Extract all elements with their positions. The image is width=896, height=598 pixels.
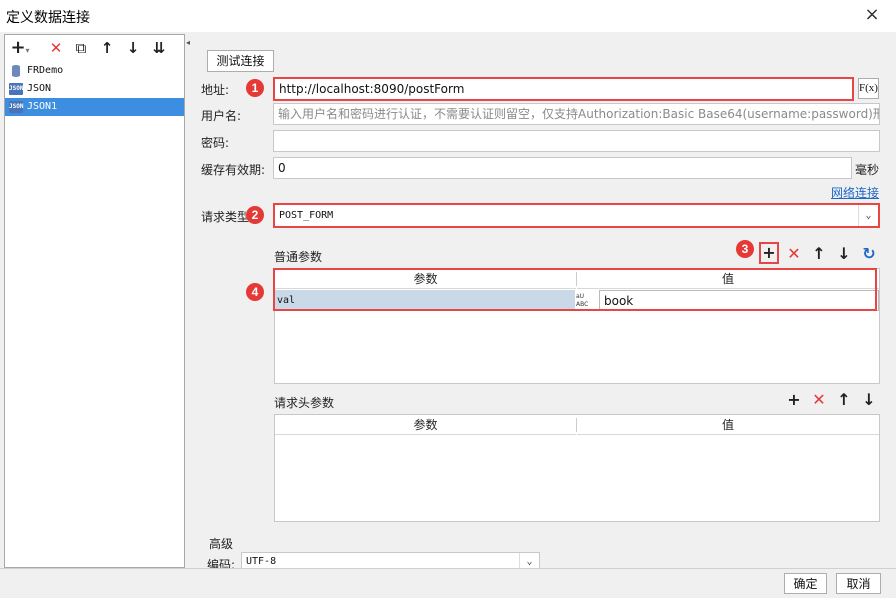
header-params-title: 请求头参数 — [274, 396, 335, 410]
collapse-arrow-icon[interactable]: ◂ — [186, 38, 192, 48]
sort-icon: ⇊ — [152, 39, 166, 57]
normal-params-title: 普通参数 — [274, 250, 323, 264]
password-input[interactable] — [273, 130, 880, 152]
arrow-up-icon: ↑ — [100, 39, 114, 57]
plus-icon: + — [10, 37, 26, 58]
copy-connection-button[interactable]: ⧉ — [70, 38, 92, 58]
add-param-button[interactable]: + — [759, 242, 779, 264]
tree-item-label: JSON — [27, 83, 52, 94]
tree-item-json1[interactable]: JSON JSON1 — [5, 98, 184, 116]
chevron-down-icon[interactable]: ⌄ — [858, 205, 878, 226]
plus-icon: + — [787, 390, 801, 409]
database-icon — [12, 65, 20, 77]
encoding-value: UTF-8 — [246, 556, 277, 567]
network-connection-link[interactable]: 网络连接 — [831, 184, 879, 201]
delete-header-button[interactable]: ✕ — [810, 391, 828, 409]
delete-param-button[interactable]: ✕ — [785, 245, 803, 263]
address-label: 地址: — [201, 83, 230, 97]
move-up-button[interactable]: ↑ — [96, 38, 118, 58]
arrow-down-icon: ↓ — [862, 390, 876, 409]
delete-icon: ✕ — [787, 244, 801, 263]
value-column-header: 值 — [577, 415, 879, 435]
username-label: 用户名: — [201, 109, 242, 123]
connection-list-panel: +▾ ✕ ⧉ ↑ ↓ ⇊ FRDemo JSON JSON JSON JSON1 — [4, 34, 185, 568]
tree-item-json[interactable]: JSON JSON — [5, 80, 184, 98]
delete-icon: ✕ — [812, 390, 826, 409]
ok-button[interactable]: 确定 — [784, 573, 827, 594]
delete-icon: ✕ — [49, 39, 63, 57]
header-params-table: 参数 值 — [274, 414, 880, 522]
arrow-down-icon: ↓ — [837, 244, 851, 263]
footer-bar — [0, 568, 896, 598]
param-column-header: 参数 — [275, 269, 576, 289]
step-badge-2: 2 — [246, 206, 264, 224]
step-badge-1: 1 — [246, 79, 264, 97]
plus-icon: + — [762, 243, 776, 262]
request-type-value: POST_FORM — [279, 210, 334, 221]
arrow-down-icon: ↓ — [126, 39, 140, 57]
step-badge-3: 3 — [736, 240, 754, 258]
address-input[interactable]: http://localhost:8090/postForm — [273, 77, 854, 101]
move-down-button[interactable]: ↓ — [122, 38, 144, 58]
param-name-cell[interactable]: val — [275, 290, 575, 311]
param-down-button[interactable]: ↓ — [835, 245, 853, 263]
arrow-up-icon: ↑ — [837, 390, 851, 409]
copy-icon: ⧉ — [75, 39, 87, 57]
password-label: 密码: — [201, 136, 230, 150]
window-title: 定义数据连接 — [6, 10, 90, 26]
delete-connection-button[interactable]: ✕ — [45, 38, 67, 58]
formula-button[interactable]: F(x) — [858, 78, 879, 99]
request-type-select[interactable]: POST_FORM ⌄ — [273, 203, 880, 228]
advanced-title: 高级 — [209, 537, 234, 551]
step-badge-4: 4 — [246, 283, 264, 301]
add-header-button[interactable]: + — [785, 391, 803, 409]
refresh-params-button[interactable]: ↻ — [860, 245, 878, 263]
param-value-cell[interactable]: book — [599, 290, 879, 311]
add-connection-button[interactable]: +▾ — [9, 38, 31, 58]
tree-item-frdemo[interactable]: FRDemo — [5, 62, 184, 80]
cache-unit: 毫秒 — [855, 163, 880, 177]
chevron-down-icon: ▾ — [25, 46, 30, 55]
connection-tree: FRDemo JSON JSON JSON JSON1 — [5, 62, 184, 116]
username-input[interactable]: 输入用户名和密码进行认证，不需要认证则留空，仅支持Authorization:B… — [273, 103, 880, 125]
sort-button[interactable]: ⇊ — [148, 38, 170, 58]
value-column-header: 值 — [577, 269, 879, 289]
cache-label: 缓存有效期: — [201, 163, 266, 177]
close-icon[interactable]: × — [858, 4, 886, 28]
header-down-button[interactable]: ↓ — [860, 391, 878, 409]
tree-item-label: JSON1 — [27, 101, 58, 112]
normal-params-table: 参数 值 val aU ABC book — [274, 268, 880, 384]
title-bar: 定义数据连接 × — [0, 0, 896, 32]
json-icon: JSON — [9, 83, 23, 95]
tree-item-label: FRDemo — [27, 65, 64, 76]
cancel-button[interactable]: 取消 — [836, 573, 881, 594]
param-up-button[interactable]: ↑ — [810, 245, 828, 263]
arrow-up-icon: ↑ — [812, 244, 826, 263]
type-text-icon[interactable]: aU ABC — [576, 291, 598, 311]
table-row[interactable]: val aU ABC book — [275, 290, 879, 312]
cache-input[interactable]: 0 — [273, 157, 852, 179]
header-up-button[interactable]: ↑ — [835, 391, 853, 409]
json-icon: JSON — [9, 101, 23, 113]
refresh-icon: ↻ — [862, 244, 876, 263]
test-connection-button[interactable]: 测试连接 — [207, 50, 274, 72]
param-column-header: 参数 — [275, 415, 576, 435]
